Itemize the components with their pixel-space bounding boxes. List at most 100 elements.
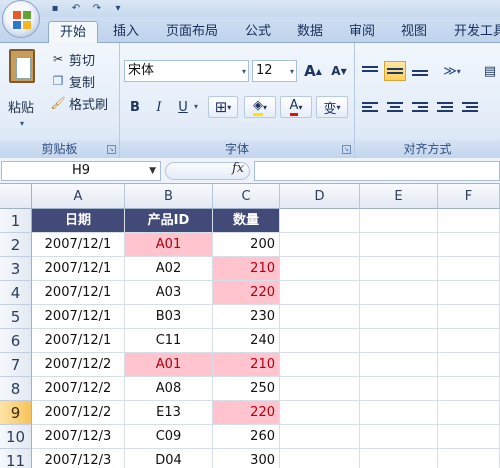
column-header-c[interactable]: C [213, 184, 280, 209]
cell-f7[interactable] [438, 353, 500, 377]
chevron-down-icon[interactable]: ▼ [149, 162, 156, 180]
cell-c9[interactable]: 220 [213, 401, 280, 425]
cell-f11[interactable] [438, 449, 500, 468]
cell-f10[interactable] [438, 425, 500, 449]
tab-insert[interactable]: 插入 [104, 21, 148, 43]
align-center-button[interactable] [384, 97, 406, 117]
cell-b10[interactable]: C09 [125, 425, 213, 449]
cell-f9[interactable] [438, 401, 500, 425]
align-left-button[interactable] [359, 97, 381, 117]
fill-color-button[interactable]: ◈ ▾ [244, 96, 276, 118]
cell-e3[interactable] [360, 257, 438, 281]
align-bottom-button[interactable] [409, 61, 431, 81]
undo-icon[interactable]: ↶ [67, 2, 85, 16]
cell-b6[interactable]: C11 [125, 329, 213, 353]
row-header-9[interactable]: 9 [0, 401, 32, 425]
borders-button[interactable]: ⊞ ▾ [208, 96, 238, 118]
cell-e10[interactable] [360, 425, 438, 449]
save-icon[interactable]: ▪ [46, 2, 64, 16]
italic-button[interactable]: I [148, 96, 170, 118]
column-header-b[interactable]: B [125, 184, 213, 209]
cell-c8[interactable]: 250 [213, 377, 280, 401]
cell-a10[interactable]: 2007/12/3 [32, 425, 125, 449]
increase-indent-button[interactable] [459, 97, 481, 117]
cell-b8[interactable]: A08 [125, 377, 213, 401]
cell-a1[interactable]: 日期 [32, 209, 125, 233]
customize-dropdown-icon[interactable]: ▾ [109, 2, 127, 16]
cell-a2[interactable]: 2007/12/1 [32, 233, 125, 257]
cell-b4[interactable]: A03 [125, 281, 213, 305]
worksheet-grid[interactable]: A B C D E F 1 日期 产品ID 数量 2 2007/12/1 A01 200 3 20… [0, 184, 500, 468]
cell-a8[interactable]: 2007/12/2 [32, 377, 125, 401]
row-header-1[interactable]: 1 [0, 209, 32, 233]
cell-c6[interactable]: 240 [213, 329, 280, 353]
cell-f6[interactable] [438, 329, 500, 353]
column-header-d[interactable]: D [280, 184, 360, 209]
cell-c4[interactable]: 220 [213, 281, 280, 305]
cell-e1[interactable] [360, 209, 438, 233]
cell-d10[interactable] [280, 425, 360, 449]
row-header-4[interactable]: 4 [0, 281, 32, 305]
cell-a6[interactable]: 2007/12/1 [32, 329, 125, 353]
row-header-8[interactable]: 8 [0, 377, 32, 401]
orientation-button[interactable]: ≫ ▾ [437, 60, 467, 82]
cell-f8[interactable] [438, 377, 500, 401]
cell-e4[interactable] [360, 281, 438, 305]
phonetic-guide-button[interactable]: 变 ▾ [316, 96, 348, 118]
column-header-a[interactable]: A [32, 184, 125, 209]
row-header-7[interactable]: 7 [0, 353, 32, 377]
cell-b1[interactable]: 产品ID [125, 209, 213, 233]
tab-view[interactable]: 视图 [392, 21, 436, 43]
redo-icon[interactable]: ↷ [88, 2, 106, 16]
cell-a4[interactable]: 2007/12/1 [32, 281, 125, 305]
cell-d5[interactable] [280, 305, 360, 329]
cell-d3[interactable] [280, 257, 360, 281]
cell-b7[interactable]: A01 [125, 353, 213, 377]
font-color-button[interactable]: A ▾ [280, 96, 312, 118]
grow-font-button[interactable]: A ▲ [301, 60, 325, 82]
cell-c10[interactable]: 260 [213, 425, 280, 449]
cell-d7[interactable] [280, 353, 360, 377]
name-box[interactable]: H9 ▼ [1, 161, 161, 181]
cell-c5[interactable]: 230 [213, 305, 280, 329]
cell-d6[interactable] [280, 329, 360, 353]
cell-e11[interactable] [360, 449, 438, 468]
cell-b11[interactable]: D04 [125, 449, 213, 468]
cell-e5[interactable] [360, 305, 438, 329]
chevron-down-icon[interactable]: ▾ [20, 119, 24, 128]
insert-function-icon[interactable]: fx [232, 161, 244, 176]
cell-c3[interactable]: 210 [213, 257, 280, 281]
cell-e7[interactable] [360, 353, 438, 377]
bold-button[interactable]: B [124, 96, 146, 118]
cell-c1[interactable]: 数量 [213, 209, 280, 233]
column-header-f[interactable]: F [438, 184, 500, 209]
font-size-select[interactable]: 12 ▾ [252, 60, 297, 82]
wrap-text-button[interactable]: ▤ [480, 60, 500, 82]
cell-d4[interactable] [280, 281, 360, 305]
office-button[interactable] [2, 0, 40, 38]
align-middle-button[interactable] [384, 61, 406, 81]
cell-f5[interactable] [438, 305, 500, 329]
row-header-11[interactable]: 11 [0, 449, 32, 468]
cell-f3[interactable] [438, 257, 500, 281]
cell-a5[interactable]: 2007/12/1 [32, 305, 125, 329]
tab-home[interactable]: 开始 [48, 21, 98, 43]
row-header-3[interactable]: 3 [0, 257, 32, 281]
clipboard-launcher-icon[interactable]: ↘ [107, 145, 116, 154]
format-painter-button[interactable]: 🖌 格式刷 [50, 93, 108, 113]
cell-c7[interactable]: 210 [213, 353, 280, 377]
column-header-e[interactable]: E [360, 184, 438, 209]
cell-a11[interactable]: 2007/12/3 [32, 449, 125, 468]
paste-button[interactable]: 粘贴 ▾ [4, 47, 42, 135]
font-name-select[interactable]: 宋体 ▾ [124, 60, 249, 82]
align-top-button[interactable] [359, 61, 381, 81]
tab-review[interactable]: 审阅 [340, 21, 384, 43]
cell-e8[interactable] [360, 377, 438, 401]
tab-developer[interactable]: 开发工具 [444, 21, 500, 43]
tab-formulas[interactable]: 公式 [236, 21, 280, 43]
font-launcher-icon[interactable]: ↘ [342, 145, 351, 154]
decrease-indent-button[interactable] [434, 97, 456, 117]
cell-f1[interactable] [438, 209, 500, 233]
cell-a7[interactable]: 2007/12/2 [32, 353, 125, 377]
formula-input[interactable] [254, 161, 500, 181]
